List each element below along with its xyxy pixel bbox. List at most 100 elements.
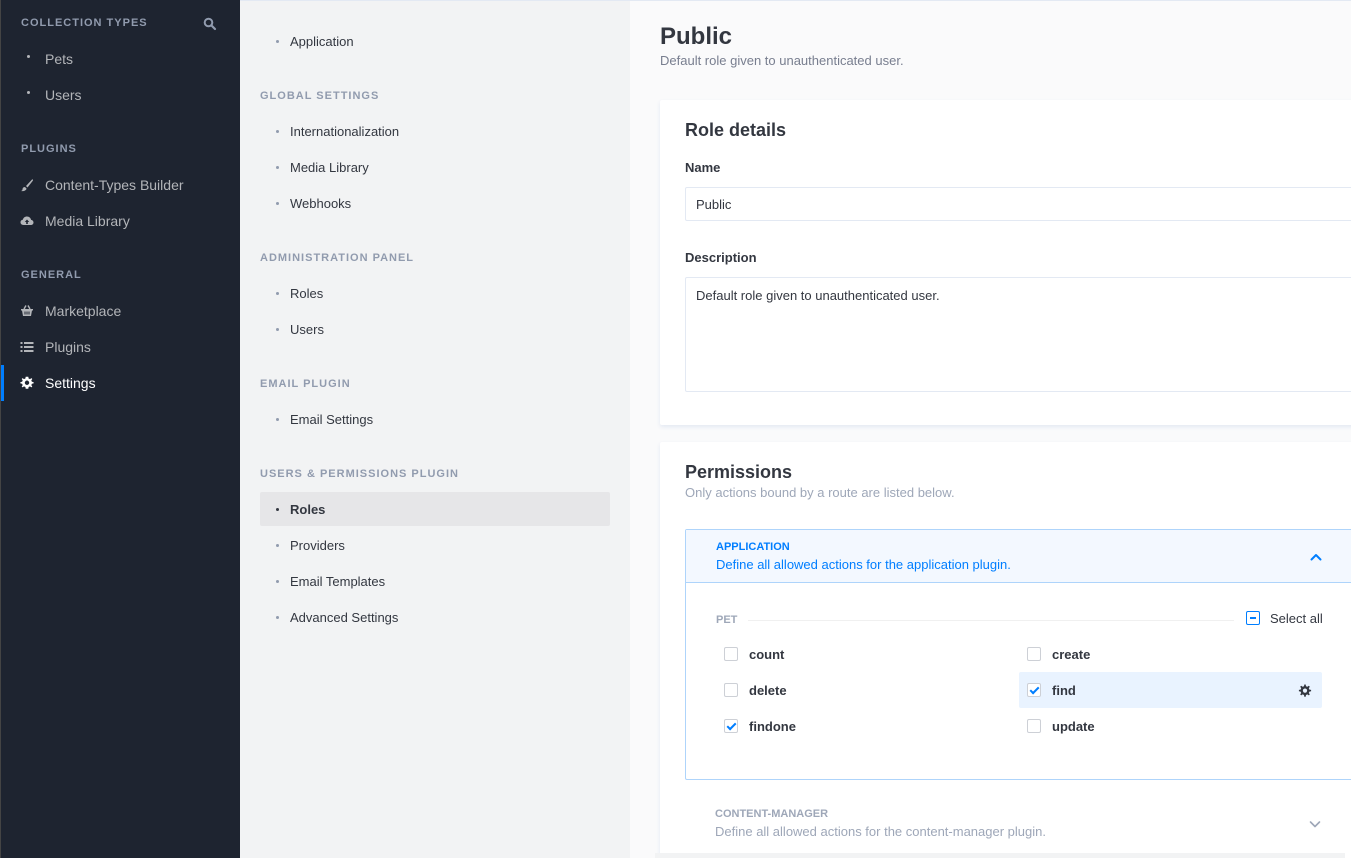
permission-delete[interactable]: delete: [716, 672, 1016, 708]
sidebar-item-plugins[interactable]: Plugins: [1, 329, 239, 365]
bullet-icon: [27, 91, 30, 94]
permission-update[interactable]: update: [1019, 708, 1322, 744]
sidebar-item-label: Content-Types Builder: [45, 177, 184, 193]
users-permissions-heading: Users & Permissions Plugin: [260, 468, 459, 480]
administration-panel-heading: Administration Panel: [260, 252, 415, 264]
settings-nav-item-internationalization[interactable]: Internationalization: [260, 114, 610, 148]
checked-checkbox[interactable]: [1027, 683, 1041, 697]
basket-icon: [21, 305, 33, 316]
checked-checkbox[interactable]: [724, 719, 738, 733]
settings-nav-item-email-settings[interactable]: Email Settings: [260, 402, 610, 436]
role-details-card: Role details Name Description Default ro…: [660, 100, 1351, 425]
email-plugin-heading: Email Plugin: [260, 378, 351, 390]
permission-findone[interactable]: findone: [716, 708, 1016, 744]
collection-types-heading: Collection Types: [21, 17, 148, 29]
settings-nav-label: Email Templates: [290, 573, 386, 589]
general-heading: General: [21, 269, 82, 281]
list-icon: [20, 342, 34, 352]
description-label: Description: [685, 250, 757, 265]
settings-nav-item-webhooks[interactable]: Webhooks: [260, 186, 610, 220]
application-plugin-panel: Application Define all allowed actions f…: [685, 529, 1351, 780]
settings-nav-label: Email Settings: [290, 411, 374, 427]
settings-nav-item-providers[interactable]: Providers: [260, 528, 610, 562]
settings-nav-label: Roles: [290, 285, 324, 301]
settings-nav-item-media-library[interactable]: Media Library: [260, 150, 610, 184]
plugin-name: Application: [716, 541, 790, 553]
bullet-icon: [276, 202, 279, 205]
main-content: Public Default role given to unauthentic…: [630, 0, 1351, 858]
application-plugin-header[interactable]: Application Define all allowed actions f…: [686, 530, 1351, 583]
content-type-name: Pet: [716, 614, 738, 626]
permission-label: find: [1052, 682, 1076, 698]
plugin-description: Define all allowed actions for the appli…: [716, 557, 1011, 572]
sidebar-item-label: Plugins: [45, 339, 91, 355]
permission-count[interactable]: count: [716, 636, 1016, 672]
bullet-icon: [27, 55, 30, 58]
sidebar-item-settings[interactable]: Settings: [1, 365, 239, 401]
settings-nav-item-advanced-settings[interactable]: Advanced Settings: [260, 600, 610, 634]
role-name-input[interactable]: [685, 187, 1351, 221]
sidebar-item-label: Users: [45, 87, 82, 103]
permissions-subtitle: Only actions bound by a route are listed…: [685, 485, 955, 500]
permission-label: findone: [749, 718, 796, 734]
settings-nav-label: Providers: [290, 537, 345, 553]
bullet-icon: [276, 40, 279, 43]
permissions-card: Permissions Only actions bound by a rout…: [660, 442, 1351, 858]
sidebar-item-label: Media Library: [45, 213, 130, 229]
select-all-label: Select all: [1270, 610, 1323, 626]
settings-nav-label: Internationalization: [290, 123, 400, 139]
settings-nav-item-up-roles[interactable]: Roles: [260, 492, 610, 526]
chevron-up-icon[interactable]: [1309, 550, 1323, 564]
settings-nav-item-admin-users[interactable]: Users: [260, 312, 610, 346]
checkbox[interactable]: [1027, 719, 1041, 733]
sidebar-item-label: Pets: [45, 51, 74, 67]
settings-nav-label: Application: [290, 33, 354, 49]
settings-nav-item-application[interactable]: Application: [260, 24, 610, 58]
next-plugin-header: [655, 853, 1345, 858]
checkbox[interactable]: [724, 683, 738, 697]
name-label: Name: [685, 160, 721, 175]
main-sidebar: Collection Types Pets Users Plugins Cont…: [0, 0, 240, 858]
bullet-icon: [276, 580, 279, 583]
settings-nav-label: Media Library: [290, 159, 369, 175]
sidebar-item-label: Marketplace: [45, 303, 122, 319]
content-manager-plugin-header[interactable]: Content-Manager Define all allowed actio…: [685, 780, 1351, 854]
page-title: Public: [660, 23, 733, 50]
global-settings-heading: Global Settings: [260, 90, 380, 102]
permissions-title: Permissions: [685, 462, 793, 482]
plugin-name: Content-Manager: [715, 808, 829, 820]
permission-create[interactable]: create: [1019, 636, 1322, 672]
permission-label: create: [1052, 646, 1091, 662]
permission-label: update: [1052, 718, 1095, 734]
divider: [748, 620, 1234, 621]
permission-label: delete: [749, 682, 787, 698]
settings-nav-item-email-templates[interactable]: Email Templates: [260, 564, 610, 598]
bullet-icon: [276, 166, 279, 169]
gear-icon[interactable]: [1298, 684, 1312, 698]
sidebar-item-content-types-builder[interactable]: Content-Types Builder: [1, 167, 239, 203]
checkbox[interactable]: [724, 647, 738, 661]
bullet-icon: [276, 508, 279, 511]
settings-nav-item-admin-roles[interactable]: Roles: [260, 276, 610, 310]
page-subtitle: Default role given to unauthenticated us…: [660, 53, 904, 68]
permission-find[interactable]: find: [1019, 672, 1322, 708]
search-icon[interactable]: [203, 17, 217, 31]
settings-nav: Application Global Settings Internationa…: [240, 0, 630, 858]
settings-nav-label: Advanced Settings: [290, 609, 399, 625]
checkbox[interactable]: [1027, 647, 1041, 661]
sidebar-item-users[interactable]: Users: [1, 77, 239, 113]
settings-nav-label: Webhooks: [290, 195, 352, 211]
bullet-icon: [276, 616, 279, 619]
role-details-title: Role details: [685, 120, 787, 140]
bullet-icon: [276, 418, 279, 421]
plugin-description: Define all allowed actions for the conte…: [715, 824, 1046, 839]
role-description-textarea[interactable]: Default role given to unauthenticated us…: [685, 277, 1351, 392]
gear-icon: [20, 376, 34, 389]
permission-label: count: [749, 646, 785, 662]
chevron-down-icon[interactable]: [1308, 817, 1322, 831]
bullet-icon: [276, 292, 279, 295]
sidebar-item-marketplace[interactable]: Marketplace: [1, 293, 239, 329]
sidebar-item-pets[interactable]: Pets: [1, 41, 239, 77]
sidebar-item-media-library[interactable]: Media Library: [1, 203, 239, 239]
select-all-checkbox[interactable]: Select all: [1246, 610, 1323, 626]
